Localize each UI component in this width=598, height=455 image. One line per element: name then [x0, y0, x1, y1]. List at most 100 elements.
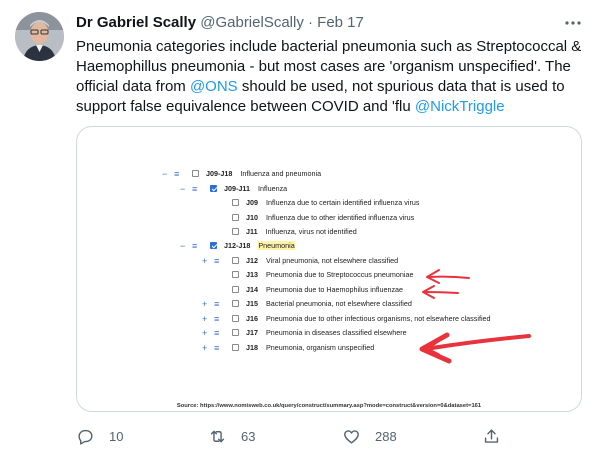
share-icon — [484, 428, 499, 443]
tweet-date[interactable]: Feb 17 — [317, 14, 364, 31]
icd-label: Pneumonia due to other infectious organi… — [266, 314, 491, 323]
menu-icon[interactable]: ≡ — [192, 239, 197, 253]
icd-code: J12 — [246, 256, 258, 265]
icd-code: J15 — [246, 299, 258, 308]
tree-row: − ≡ J09-J18 Influenza and pneumonia — [77, 167, 581, 181]
collapse-toggle[interactable]: − — [180, 239, 185, 253]
row-text: J16 Pneumonia due to other infectious org… — [246, 312, 491, 326]
menu-icon[interactable]: ≡ — [214, 312, 219, 326]
row-text: J15 Bacterial pneumonia, not elsewhere cl… — [246, 297, 412, 311]
icd-code: J14 — [246, 285, 258, 294]
like-button[interactable]: 288 — [342, 424, 397, 448]
row-checkbox[interactable] — [232, 344, 239, 351]
row-checkbox[interactable] — [232, 199, 239, 206]
icd-code: J09 — [246, 198, 258, 207]
expand-toggle[interactable]: + — [202, 297, 207, 311]
tree-row: J11 Influenza, virus not identified — [77, 225, 581, 239]
image-source-caption: Source: https://www.nomisweb.co.uk/query… — [176, 403, 482, 409]
reply-count: 10 — [109, 428, 124, 444]
icd-label: Influenza — [257, 184, 288, 193]
row-text: J09-J11 Influenza — [224, 182, 287, 196]
menu-icon[interactable]: ≡ — [214, 326, 219, 340]
tree-row: J14 Pneumonia due to Haemophilus influenz… — [77, 283, 581, 297]
icd-label: Influenza and pneumonia — [240, 169, 322, 178]
row-checkbox[interactable] — [232, 228, 239, 235]
author-handle[interactable]: @GabrielScally — [200, 14, 304, 31]
header-separator: · — [308, 14, 313, 31]
menu-icon[interactable]: ≡ — [192, 182, 197, 196]
like-count: 288 — [375, 428, 397, 444]
row-checkbox[interactable] — [232, 329, 239, 336]
share-button[interactable] — [482, 424, 515, 448]
row-checkbox[interactable] — [232, 315, 239, 322]
tree-row: J13 Pneumonia due to Streptococcus pneumo… — [77, 268, 581, 282]
row-text: J12-J18 Pneumonia — [224, 239, 295, 253]
more-icon[interactable] — [564, 14, 582, 32]
retweet-button[interactable]: 63 — [208, 424, 255, 448]
avatar-image — [15, 12, 64, 61]
row-checkbox[interactable] — [210, 242, 217, 249]
reply-icon — [78, 429, 93, 445]
icd-code: J13 — [246, 270, 258, 279]
icd-label: Influenza due to other identified influe… — [266, 213, 415, 222]
row-checkbox[interactable] — [232, 271, 239, 278]
icd-label: Pneumonia — [258, 241, 295, 250]
icd-code: J18 — [246, 343, 258, 352]
row-text: J12 Viral pneumonia, not elsewhere classi… — [246, 254, 398, 268]
tree-row: − ≡ J12-J18 Pneumonia — [77, 239, 581, 253]
tweet-image[interactable]: − ≡ J09-J18 Influenza and pneumonia − ≡ J09-J1… — [76, 126, 582, 412]
mention-nicktriggle[interactable]: @NickTriggle — [415, 98, 505, 115]
row-text: J10 Influenza due to other identified inf… — [246, 211, 414, 225]
tree-row: + ≡ J15 Bacterial pneumonia, not elsewhere … — [77, 297, 581, 311]
menu-icon[interactable]: ≡ — [174, 167, 179, 181]
collapse-toggle[interactable]: − — [162, 167, 167, 181]
row-text: J13 Pneumonia due to Streptococcus pneumo… — [246, 268, 413, 282]
row-text: J09 Influenza due to certain identified i… — [246, 196, 419, 210]
row-checkbox[interactable] — [232, 286, 239, 293]
icd-label: Pneumonia due to Haemophilus influenzae — [266, 285, 404, 294]
row-checkbox[interactable] — [210, 185, 217, 192]
retweet-count: 63 — [241, 428, 256, 444]
expand-toggle[interactable]: + — [202, 341, 207, 355]
row-text: J17 Pneumonia in diseases classified else… — [246, 326, 407, 340]
tree-row: + ≡ J17 Pneumonia in diseases classified el… — [77, 326, 581, 340]
icd-code: J09-J18 — [206, 169, 233, 178]
icd-code: J11 — [246, 227, 258, 236]
tweet-text: Pneumonia categories include bacterial p… — [76, 37, 586, 117]
icd-code: J12-J18 — [224, 241, 251, 250]
expand-toggle[interactable]: + — [202, 312, 207, 326]
row-text: J14 Pneumonia due to Haemophilus influenz… — [246, 283, 403, 297]
expand-toggle[interactable]: + — [202, 254, 207, 268]
menu-icon[interactable]: ≡ — [214, 341, 219, 355]
row-text: J09-J18 Influenza and pneumonia — [206, 167, 321, 181]
reply-button[interactable]: 10 — [76, 424, 123, 448]
action-bar: 10 63 288 — [76, 424, 516, 448]
icd-code: J10 — [246, 213, 258, 222]
tree-row: + ≡ J16 Pneumonia due to other infectious o… — [77, 312, 581, 326]
tree-row: J10 Influenza due to other identified inf… — [77, 211, 581, 225]
icd-code: J17 — [246, 328, 258, 337]
author-name[interactable]: Dr Gabriel Scally — [76, 14, 196, 31]
mention-ons[interactable]: @ONS — [190, 78, 238, 95]
menu-icon[interactable]: ≡ — [214, 297, 219, 311]
expand-toggle[interactable]: + — [202, 326, 207, 340]
icd-label: Viral pneumonia, not elsewhere classifie… — [266, 256, 399, 265]
icd-code: J09-J11 — [224, 184, 250, 193]
icd-label: Pneumonia, organism unspecified — [266, 343, 375, 352]
icd-label: Bacterial pneumonia, not elsewhere class… — [266, 299, 412, 308]
retweet-icon — [210, 430, 225, 442]
tree-row: + ≡ J18 Pneumonia, organism unspecified — [77, 341, 581, 355]
tweet-header: Dr Gabriel Scally @GabrielScally · Feb 1… — [76, 13, 581, 33]
icd-label: Influenza, virus not identified — [265, 227, 357, 236]
row-checkbox[interactable] — [232, 257, 239, 264]
icd-label: Pneumonia in diseases classified elsewhe… — [266, 328, 407, 337]
row-checkbox[interactable] — [232, 214, 239, 221]
tree-row: J09 Influenza due to certain identified i… — [77, 196, 581, 210]
row-checkbox[interactable] — [232, 300, 239, 307]
icd-label: Influenza due to certain identified infl… — [266, 198, 420, 207]
row-checkbox[interactable] — [192, 170, 199, 177]
tree-row: + ≡ J12 Viral pneumonia, not elsewhere clas… — [77, 254, 581, 268]
avatar[interactable] — [15, 12, 64, 61]
collapse-toggle[interactable]: − — [180, 182, 185, 196]
menu-icon[interactable]: ≡ — [214, 254, 219, 268]
